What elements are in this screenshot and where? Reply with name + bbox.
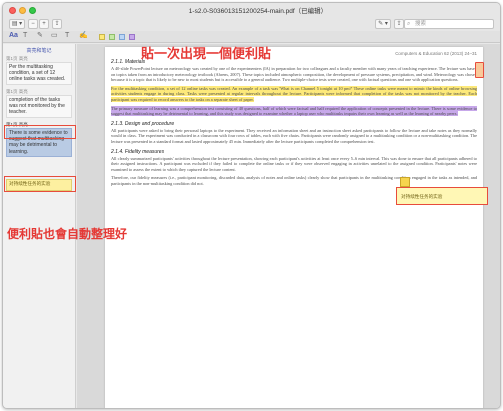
pdf-page[interactable]: Computers & Education 62 (2013) 24–31 2.… [105,47,483,408]
share-icon-button[interactable]: ⇪ [394,19,404,29]
sticky-note-icon[interactable] [400,177,410,187]
paragraph: A 40-slide PowerPoint lecture on meteoro… [111,66,477,83]
title-bar: 1-s2.0-S036013151200254-main.pdf（已编辑） [3,3,500,17]
sticky-note-outline [4,176,76,192]
highlighted-text[interactable]: For the multitasking condition, a set of… [111,85,477,102]
sticky-note-popup[interactable]: 对持续性任务的实验 [396,187,488,205]
highlighted-text[interactable]: The primary measure of learning was a co… [111,105,477,117]
preview-window: 1-s2.0-S036013151200254-main.pdf（已编辑） ▤ … [2,2,501,409]
search-input[interactable]: ⌕ 搜索 [404,19,494,29]
shapes-icon[interactable]: ▭ [51,31,58,41]
document-area[interactable]: Computers & Education 62 (2013) 24–31 2.… [77,44,500,408]
zoom-window-button[interactable] [29,7,36,14]
search-placeholder: 搜索 [415,21,427,27]
share-button[interactable]: ⇪ [52,19,62,29]
text-box-icon[interactable]: T [65,31,69,41]
callout-left: 便利貼也會自動整理好 [7,227,128,241]
sidebar-heading: 高亮和笔记 [26,48,52,54]
note-text: completion of the tasks was not monitore… [6,95,72,118]
sidebar-toggle-button[interactable]: ▤ ▾ [9,19,25,29]
zoom-in-button[interactable]: + [39,19,49,29]
sidebar-note-2[interactable]: 第1页 高亮 completion of the tasks was not m… [6,89,72,118]
highlighter-pen-icon [475,62,484,78]
sidebar-note-1[interactable]: 第1页 高亮 Per the multitasking condition, a… [6,56,72,85]
search-icon: ⌕ [407,21,411,27]
section-heading: 2.1.3. Design and procedure [111,120,175,127]
paragraph: Therefore, our fidelity measures (i.e., … [111,175,477,186]
pen-tool-button[interactable]: ✎ ▾ [375,19,391,29]
paragraph: All participants were asked to bring the… [111,127,477,144]
sketch-icon[interactable]: ✎ [37,31,43,41]
highlight-color-yellow-icon[interactable] [99,34,105,40]
selected-note-outline [4,125,76,139]
sign-icon[interactable]: ✍ [79,31,88,41]
highlight-color-green-icon[interactable] [109,34,115,40]
markup-toolbar: Aa T ✎ ▭ T ✍ [3,31,500,43]
zoom-out-button[interactable]: − [28,19,38,29]
paragraph-highlighted-purple: The primary measure of learning was a co… [111,105,477,117]
highlight-color-blue-icon[interactable] [119,34,125,40]
callout-top: 貼一次出現一個便利貼 [141,47,272,62]
minimize-window-button[interactable] [19,7,26,14]
paragraph-highlighted: For the multitasking condition, a set of… [111,85,477,103]
window-title: 1-s2.0-S036013151200254-main.pdf（已编辑） [188,8,328,15]
close-window-button[interactable] [9,7,16,14]
note-text: Per the multitasking condition, a set of… [6,62,72,85]
text-style-icon[interactable]: Aa [9,31,18,41]
main-toolbar: ▤ ▾ − + ⇪ ✎ ▾ ⇪ ⌕ 搜索 [3,17,500,31]
paragraph: All clearly summarized participants' act… [111,155,477,172]
text-tool-icon[interactable]: T [23,31,27,41]
section-heading: 2.1.4. Fidelity measures [111,148,165,155]
highlight-color-purple-icon[interactable] [129,34,135,40]
